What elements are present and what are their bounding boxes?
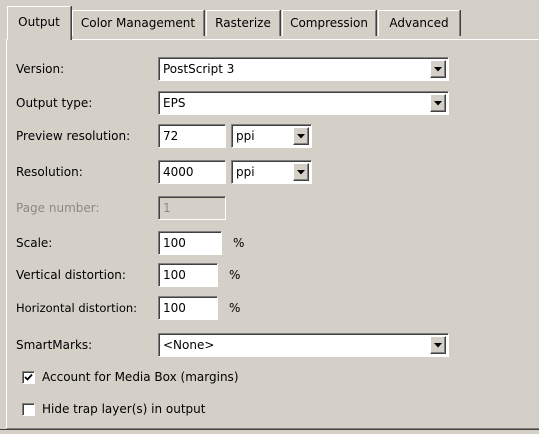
smartmarks-dropdown-button[interactable] [430,336,446,354]
resolution-label: Resolution: [16,165,83,179]
chevron-down-icon [297,134,305,139]
preview-resolution-unit-value: ppi [236,129,255,143]
output-type-dropdown[interactable]: EPS [158,91,449,115]
version-dropdown[interactable]: PostScript 3 [158,57,449,81]
version-value: PostScript 3 [163,62,235,76]
horizontal-distortion-input[interactable]: 100 [158,296,218,320]
version-label: Version: [16,62,65,76]
page-number-value: 1 [163,201,171,215]
output-type-value: EPS [163,96,186,110]
tab-color-management[interactable]: Color Management [72,10,204,36]
scale-input[interactable]: 100 [158,231,222,255]
vertical-distortion-unit: % [229,268,241,282]
version-dropdown-button[interactable] [430,60,446,78]
checkmark-icon [24,373,33,381]
preview-resolution-input[interactable]: 72 [158,124,226,148]
scale-unit: % [233,236,245,250]
tab-advanced[interactable]: Advanced [378,10,460,36]
smartmarks-label: SmartMarks: [16,338,93,352]
chevron-down-icon [434,101,442,106]
vertical-distortion-value: 100 [163,268,186,282]
tab-rasterize[interactable]: Rasterize [206,10,280,36]
scale-label: Scale: [16,236,53,250]
page-number-label: Page number: [16,201,100,215]
horizontal-distortion-unit: % [229,301,241,315]
account-media-box-checkbox[interactable] [22,371,35,384]
chevron-down-icon [434,343,442,348]
tab-output[interactable]: Output [7,6,71,40]
horizontal-distortion-value: 100 [163,301,186,315]
horizontal-distortion-label: Horizontal distortion: [16,301,138,315]
vertical-distortion-input[interactable]: 100 [158,263,218,287]
tab-strip: Color Management Rasterize Compression A… [0,0,539,40]
chevron-down-icon [297,170,305,175]
preview-resolution-unit-button[interactable] [293,127,309,145]
preview-resolution-value: 72 [163,129,179,143]
vertical-distortion-label: Vertical distortion: [16,268,126,282]
resolution-unit-dropdown[interactable]: ppi [231,160,312,184]
preview-resolution-unit-dropdown[interactable]: ppi [231,124,312,148]
chevron-down-icon [434,67,442,72]
hide-trap-layers-label[interactable]: Hide trap layer(s) in output [42,401,205,417]
scale-value: 100 [163,236,186,250]
resolution-unit-button[interactable] [293,163,309,181]
preview-resolution-label: Preview resolution: [16,129,131,143]
tab-compression[interactable]: Compression [282,10,376,36]
resolution-unit-value: ppi [236,165,255,179]
smartmarks-value: <None> [163,338,215,352]
account-media-box-label[interactable]: Account for Media Box (margins) [42,369,239,385]
output-type-dropdown-button[interactable] [430,94,446,112]
hide-trap-layers-checkbox[interactable] [22,403,35,416]
panel-bottom-edge [0,429,539,430]
resolution-value: 4000 [163,165,194,179]
smartmarks-dropdown[interactable]: <None> [158,333,449,357]
resolution-input[interactable]: 4000 [158,160,226,184]
output-type-label: Output type: [16,96,93,110]
page-number-input: 1 [158,196,226,220]
